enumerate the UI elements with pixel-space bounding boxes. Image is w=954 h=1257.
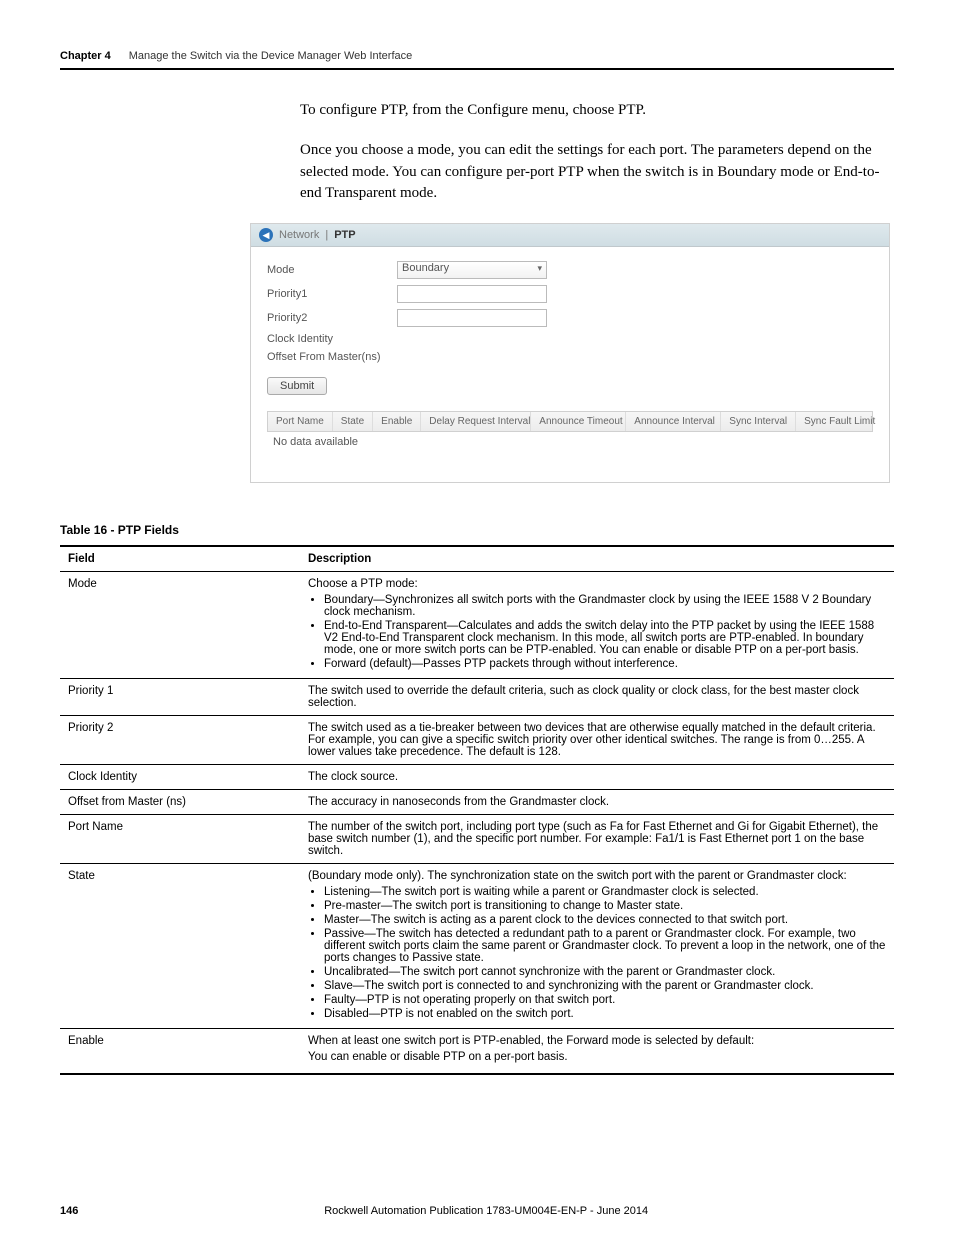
priority1-input[interactable] xyxy=(397,285,547,303)
mode-select[interactable]: Boundary xyxy=(397,261,547,279)
cell-desc: Choose a PTP mode: Boundary—Synchronizes… xyxy=(300,572,894,679)
priority2-label: Priority2 xyxy=(267,312,397,324)
ptp-config-screenshot: ◀ Network | PTP Mode Boundary Priority1 … xyxy=(250,223,890,483)
table-row: Priority 1 The switch used to override t… xyxy=(60,679,894,716)
chapter-title: Manage the Switch via the Device Manager… xyxy=(129,50,413,62)
cell-field: Priority 2 xyxy=(60,716,300,765)
priority2-input[interactable] xyxy=(397,309,547,327)
chapter-label: Chapter 4 xyxy=(60,50,111,62)
body-paragraph-2: Once you choose a mode, you can edit the… xyxy=(300,140,894,205)
cell-field: Clock Identity xyxy=(60,765,300,790)
table-row: Clock Identity The clock source. xyxy=(60,765,894,790)
col-sync-interval[interactable]: Sync Interval xyxy=(721,412,796,431)
cell-field: State xyxy=(60,864,300,1029)
cell-field: Mode xyxy=(60,572,300,679)
cell-field: Enable xyxy=(60,1029,300,1075)
cell-field: Offset from Master (ns) xyxy=(60,790,300,815)
port-table-empty: No data available xyxy=(267,432,873,452)
col-portname[interactable]: Port Name xyxy=(268,412,333,431)
page-header: Chapter 4 Manage the Switch via the Devi… xyxy=(60,50,894,62)
table-row: Enable When at least one switch port is … xyxy=(60,1029,894,1075)
ptp-fields-table: Field Description Mode Choose a PTP mode… xyxy=(60,545,894,1075)
table-row: Mode Choose a PTP mode: Boundary—Synchro… xyxy=(60,572,894,679)
col-sync-fault[interactable]: Sync Fault Limit xyxy=(796,412,883,431)
breadcrumb-separator: | xyxy=(325,229,328,241)
header-rule xyxy=(60,68,894,70)
offset-label: Offset From Master(ns) xyxy=(267,351,380,363)
cell-field: Priority 1 xyxy=(60,679,300,716)
page-number: 146 xyxy=(60,1205,78,1217)
table-row: Port Name The number of the switch port,… xyxy=(60,815,894,864)
clock-identity-label: Clock Identity xyxy=(267,333,397,345)
back-icon[interactable]: ◀ xyxy=(259,228,273,242)
breadcrumb-page: PTP xyxy=(334,229,355,241)
submit-button[interactable]: Submit xyxy=(267,377,327,395)
cell-desc: (Boundary mode only). The synchronizatio… xyxy=(300,864,894,1029)
cell-desc: The accuracy in nanoseconds from the Gra… xyxy=(300,790,894,815)
cell-desc: The switch used to override the default … xyxy=(300,679,894,716)
table-caption: Table 16 - PTP Fields xyxy=(60,523,894,537)
port-table-header: Port Name State Enable Delay Request Int… xyxy=(267,411,873,432)
body-paragraph-1: To configure PTP, from the Configure men… xyxy=(300,100,894,122)
cell-desc: When at least one switch port is PTP-ena… xyxy=(300,1029,894,1075)
th-field: Field xyxy=(60,546,300,572)
col-enable[interactable]: Enable xyxy=(373,412,421,431)
page-footer: 146 Rockwell Automation Publication 1783… xyxy=(60,1205,894,1217)
screenshot-breadcrumb: ◀ Network | PTP xyxy=(251,224,889,247)
cell-field: Port Name xyxy=(60,815,300,864)
cell-desc: The switch used as a tie-breaker between… xyxy=(300,716,894,765)
cell-desc: The clock source. xyxy=(300,765,894,790)
col-state[interactable]: State xyxy=(333,412,373,431)
breadcrumb-section[interactable]: Network xyxy=(279,229,319,241)
table-row: Offset from Master (ns) The accuracy in … xyxy=(60,790,894,815)
th-description: Description xyxy=(300,546,894,572)
cell-desc: The number of the switch port, including… xyxy=(300,815,894,864)
priority1-label: Priority1 xyxy=(267,288,397,300)
table-row: Priority 2 The switch used as a tie-brea… xyxy=(60,716,894,765)
col-announce-interval[interactable]: Announce Interval xyxy=(626,412,721,431)
publication-id: Rockwell Automation Publication 1783-UM0… xyxy=(324,1205,648,1217)
col-announce-timeout[interactable]: Announce Timeout xyxy=(531,412,626,431)
mode-label: Mode xyxy=(267,264,397,276)
table-row: State (Boundary mode only). The synchron… xyxy=(60,864,894,1029)
col-delay[interactable]: Delay Request Interval xyxy=(421,412,531,431)
